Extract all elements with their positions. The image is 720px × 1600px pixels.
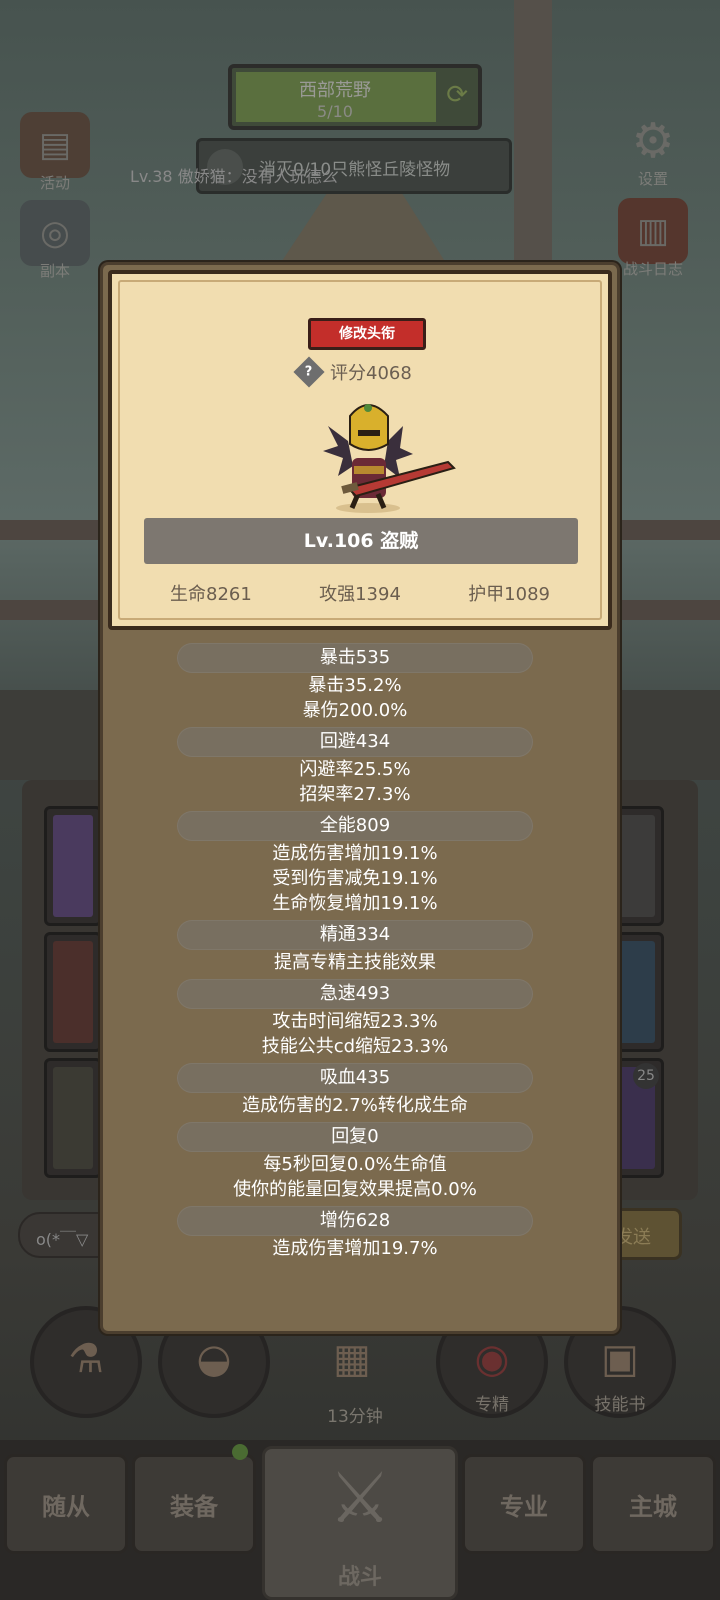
notification-dot — [232, 1444, 248, 1460]
attr-haste-header: 急速493 — [177, 979, 533, 1009]
attribute-list: 暴击535 暴击35.2% 暴伤200.0% 回避434 闪避率25.5% 招架… — [177, 639, 533, 1261]
nav-main-city[interactable]: 主城 — [590, 1454, 716, 1554]
attr-line: 造成伤害增加19.7% — [272, 1238, 438, 1259]
attr-line: 生命恢复增加19.1% — [272, 893, 438, 914]
rogue-avatar — [323, 404, 456, 513]
character-stats-modal: 修改头衔 ? 评分4068 Lv.106 盗贼 生命8261 攻强1394 护甲… — [100, 262, 620, 1334]
dungeon-label: 副本 — [39, 262, 70, 280]
character-card: 修改头衔 ? 评分4068 Lv.106 盗贼 生命8261 攻强1394 护甲… — [108, 270, 612, 630]
stat-health: 生命8261 — [170, 584, 252, 605]
attr-line: 受到伤害减免19.1% — [272, 868, 438, 889]
equipment-slot[interactable] — [44, 1058, 102, 1178]
base-stats: 生命8261 攻强1394 护甲1089 — [140, 580, 580, 606]
gear-icon: ⚙ — [631, 113, 675, 169]
attr-line: 暴击35.2% — [308, 675, 402, 696]
specialization-icon: ◉ — [474, 1336, 510, 1382]
attr-lifesteal-header: 吸血435 — [177, 1063, 533, 1093]
attr-line: 造成伤害增加19.1% — [272, 843, 438, 864]
equipment-slot[interactable] — [44, 806, 102, 926]
attr-avoidance-header: 回避434 — [177, 727, 533, 757]
help-icon[interactable]: ? — [293, 356, 325, 388]
attr-line: 闪避率25.5% — [299, 759, 411, 780]
stat-attack-power: 攻强1394 — [319, 584, 401, 605]
nav-equipment[interactable]: 装备 — [132, 1454, 256, 1554]
attr-versatility-header: 全能809 — [177, 811, 533, 841]
attr-line: 使你的能量回复效果提高0.0% — [233, 1179, 477, 1200]
attr-line: 造成伤害的2.7%转化成生命 — [242, 1095, 468, 1116]
activity-button[interactable]: ▤ 活动 — [10, 112, 100, 193]
equipment-slot[interactable] — [44, 932, 102, 1052]
attr-mastery-header: 精通334 — [177, 920, 533, 950]
level-class-bar: Lv.106 盗贼 — [144, 518, 578, 564]
attr-line: 攻击时间缩短23.3% — [272, 1011, 438, 1032]
score-text: 评分4068 — [330, 363, 412, 384]
crossed-swords-icon: ⚔ — [328, 1457, 392, 1539]
score-row: ? 评分4068 — [293, 356, 412, 388]
battle-log-book-icon: ▥ — [618, 198, 688, 264]
attr-line: 暴伤200.0% — [302, 700, 408, 721]
potion-icon: ⚗ — [68, 1336, 104, 1382]
nav-profession[interactable]: 专业 — [462, 1454, 586, 1554]
attr-crit-header: 暴击535 — [177, 643, 533, 673]
chat-ticker: Lv.38 傲娇猫：没有人玩德么 — [130, 167, 338, 186]
refresh-icon[interactable]: ⟳ — [446, 80, 468, 110]
attr-damage-bonus-header: 增伤628 — [177, 1206, 533, 1236]
attr-line: 每5秒回复0.0%生命值 — [263, 1154, 447, 1175]
bread-icon: ◒ — [196, 1336, 232, 1382]
settings-label: 设置 — [637, 170, 668, 188]
item-count-badge: 25 — [633, 1063, 659, 1089]
chest-timer: 13分钟 — [327, 1407, 383, 1427]
settings-button[interactable]: ⚙ 设置 — [608, 108, 698, 189]
edit-title-button[interactable]: 修改头衔 — [308, 318, 426, 350]
activity-label: 活动 — [39, 174, 70, 192]
treasure-chest-icon: ▦ — [333, 1336, 371, 1382]
attr-line: 提高专精主技能效果 — [274, 952, 436, 973]
stage-progress: 5/10 — [317, 102, 353, 121]
battle-log-button[interactable]: ▥ 战斗日志 — [608, 198, 698, 279]
specialization-label: 专精 — [475, 1395, 509, 1415]
dungeon-button[interactable]: ◎ 副本 — [10, 200, 100, 281]
nav-followers[interactable]: 随从 — [4, 1454, 128, 1554]
attr-regen-header: 回复0 — [177, 1122, 533, 1152]
battle-log-label: 战斗日志 — [622, 260, 683, 278]
nav-battle-label: 战斗 — [337, 1565, 382, 1590]
stage-name: 西部荒野 — [299, 80, 371, 101]
nav-battle[interactable]: ⚔ 战斗 — [262, 1446, 458, 1600]
activity-board-icon: ▤ — [20, 112, 90, 178]
stage-banner[interactable]: 西部荒野 5/10 ⟳ — [228, 64, 482, 130]
skill-book-label: 技能书 — [594, 1395, 646, 1415]
dungeon-portal-icon: ◎ — [20, 200, 90, 266]
skill-book-icon: ▣ — [601, 1336, 639, 1382]
attr-line: 招架率27.3% — [299, 784, 411, 805]
wooden-pole — [514, 0, 552, 280]
attr-line: 技能公共cd缩短23.3% — [261, 1036, 449, 1057]
stat-armor: 护甲1089 — [468, 584, 550, 605]
